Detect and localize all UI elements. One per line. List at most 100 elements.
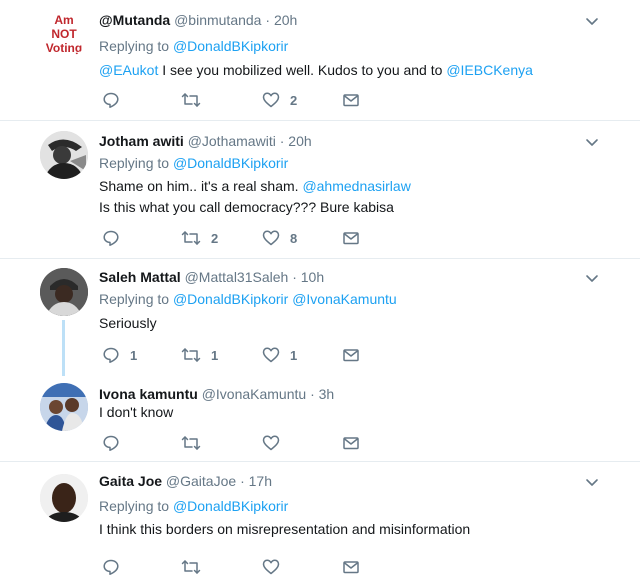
timestamp[interactable]: 20h bbox=[288, 133, 311, 149]
text-segment: Shame on him.. it's a real sham. bbox=[99, 178, 303, 194]
tweet-header: Saleh Mattal @Mattal31Saleh · 10h bbox=[99, 268, 324, 286]
direct-message-button[interactable] bbox=[342, 229, 360, 247]
handle[interactable]: @binmutanda bbox=[174, 12, 261, 28]
profile-photo-image bbox=[40, 268, 88, 316]
handle[interactable]: @GaitaJoe bbox=[166, 473, 236, 489]
retweet-button[interactable]: 2 bbox=[181, 229, 218, 247]
display-name[interactable]: Jotham awiti bbox=[99, 133, 184, 149]
reply-button[interactable] bbox=[102, 91, 130, 109]
tweet-jotham[interactable]: Jotham awiti @Jothamawiti · 20h Replying… bbox=[0, 121, 640, 259]
replying-to: Replying to @DonaldBKipkorir @IvonaKamun… bbox=[99, 290, 397, 308]
avatar[interactable] bbox=[40, 131, 88, 179]
mention-link[interactable]: @DonaldBKipkorir bbox=[173, 38, 288, 54]
profile-photo-image bbox=[40, 474, 88, 522]
reply-icon bbox=[103, 559, 119, 575]
tweet-text: I don't know bbox=[99, 402, 173, 423]
envelope-icon bbox=[343, 349, 359, 362]
like-button[interactable]: 1 bbox=[262, 346, 297, 364]
like-button[interactable]: 2 bbox=[262, 91, 297, 109]
mention-link[interactable]: @DonaldBKipkorir bbox=[173, 155, 288, 171]
avatar[interactable] bbox=[40, 383, 88, 431]
reply-count: 1 bbox=[130, 347, 138, 363]
tweet-header: Gaita Joe @GaitaJoe · 17h bbox=[99, 472, 272, 490]
avatar-am-not-voting-image: Am NOT Voting bbox=[46, 13, 82, 55]
reply-button[interactable]: 1 bbox=[102, 346, 137, 364]
timestamp[interactable]: 20h bbox=[274, 12, 297, 28]
display-name[interactable]: @Mutanda bbox=[99, 12, 170, 28]
envelope-icon bbox=[343, 561, 359, 574]
display-name[interactable]: Saleh Mattal bbox=[99, 269, 181, 285]
heart-icon bbox=[262, 559, 280, 575]
text-segment: Seriously bbox=[99, 315, 157, 331]
tweet-header: @Mutanda @binmutanda · 20h bbox=[99, 11, 297, 29]
heart-icon bbox=[262, 347, 280, 363]
thread-connector-line bbox=[62, 320, 65, 376]
tweet-gaita[interactable]: Gaita Joe @GaitaJoe · 17h Replying to @D… bbox=[0, 462, 640, 578]
timestamp[interactable]: 17h bbox=[249, 473, 272, 489]
avatar[interactable] bbox=[40, 474, 88, 522]
handle[interactable]: @Mattal31Saleh bbox=[185, 269, 289, 285]
separator-dot: · bbox=[240, 473, 245, 489]
like-button[interactable]: 8 bbox=[262, 229, 297, 247]
reply-button[interactable] bbox=[102, 229, 130, 247]
tweet-mutanda[interactable]: Am NOT Voting @Mutanda @binmutanda · 20h… bbox=[0, 0, 640, 120]
text-segment: Is this what you call democracy??? Bure … bbox=[99, 199, 394, 215]
replying-to: Replying to @DonaldBKipkorir bbox=[99, 37, 288, 55]
direct-message-button[interactable] bbox=[342, 91, 360, 109]
retweet-count: 2 bbox=[211, 230, 219, 246]
text-segment: I think this borders on misrepresentatio… bbox=[99, 521, 471, 537]
mention-link[interactable]: @DonaldBKipkorir bbox=[173, 291, 288, 307]
timestamp[interactable]: 3h bbox=[319, 386, 335, 402]
separator-dot: · bbox=[279, 133, 285, 149]
direct-message-button[interactable] bbox=[342, 558, 360, 576]
mention-link[interactable]: @EAukot bbox=[99, 62, 158, 78]
tweet-header: Jotham awiti @Jothamawiti · 20h bbox=[99, 132, 312, 150]
direct-message-button[interactable] bbox=[342, 434, 360, 452]
chevron-down-icon[interactable] bbox=[584, 13, 600, 29]
retweet-icon bbox=[181, 348, 201, 362]
envelope-icon bbox=[343, 232, 359, 245]
retweet-button[interactable] bbox=[181, 558, 201, 576]
text-segment: I don't know bbox=[99, 404, 174, 420]
tweet-header: Ivona kamuntu @IvonaKamuntu · 3h bbox=[99, 385, 334, 403]
heart-icon bbox=[262, 435, 280, 451]
avatar[interactable]: Am NOT Voting bbox=[40, 10, 88, 58]
reply-button[interactable] bbox=[102, 558, 120, 576]
heart-icon bbox=[262, 230, 280, 246]
handle[interactable]: @IvonaKamuntu bbox=[202, 386, 307, 402]
timestamp[interactable]: 10h bbox=[301, 269, 324, 285]
mention-link[interactable]: @IvonaKamuntu bbox=[292, 291, 397, 307]
chevron-down-icon[interactable] bbox=[584, 270, 600, 286]
retweet-icon bbox=[181, 93, 201, 107]
mention-link[interactable]: @ahmednasirlaw bbox=[302, 178, 410, 194]
direct-message-button[interactable] bbox=[342, 346, 360, 364]
mention-link[interactable]: @IEBCKenya bbox=[446, 62, 533, 78]
display-name[interactable]: Ivona kamuntu bbox=[99, 386, 198, 402]
chevron-down-icon[interactable] bbox=[584, 134, 600, 150]
separator-dot: · bbox=[265, 12, 271, 28]
like-count: 2 bbox=[290, 92, 298, 108]
separator-dot: · bbox=[310, 386, 315, 402]
chevron-down-icon[interactable] bbox=[584, 474, 600, 490]
tweet-saleh[interactable]: Saleh Mattal @Mattal31Saleh · 10h Replyi… bbox=[0, 259, 640, 377]
reply-icon bbox=[103, 347, 119, 363]
retweet-button[interactable]: 1 bbox=[181, 346, 218, 364]
mention-link[interactable]: @DonaldBKipkorir bbox=[173, 498, 288, 514]
reply-icon bbox=[103, 435, 119, 451]
handle[interactable]: @Jothamawiti bbox=[188, 133, 276, 149]
display-name[interactable]: Gaita Joe bbox=[99, 473, 162, 489]
replying-to-label: Replying to bbox=[99, 38, 170, 54]
replying-to-label: Replying to bbox=[99, 498, 170, 514]
retweet-icon bbox=[181, 560, 201, 574]
retweet-count: 1 bbox=[211, 347, 219, 363]
avatar-text-line: Voting bbox=[46, 41, 82, 55]
profile-photo-image bbox=[40, 131, 88, 179]
avatar[interactable] bbox=[40, 268, 88, 316]
tweet-ivona[interactable]: Ivona kamuntu @IvonaKamuntu · 3h I don't… bbox=[0, 377, 640, 461]
reply-button[interactable] bbox=[102, 434, 130, 452]
like-button[interactable] bbox=[262, 558, 280, 576]
like-button[interactable] bbox=[262, 434, 290, 452]
retweet-button[interactable] bbox=[181, 91, 211, 109]
retweet-button[interactable] bbox=[181, 434, 211, 452]
like-count: 1 bbox=[290, 347, 298, 363]
